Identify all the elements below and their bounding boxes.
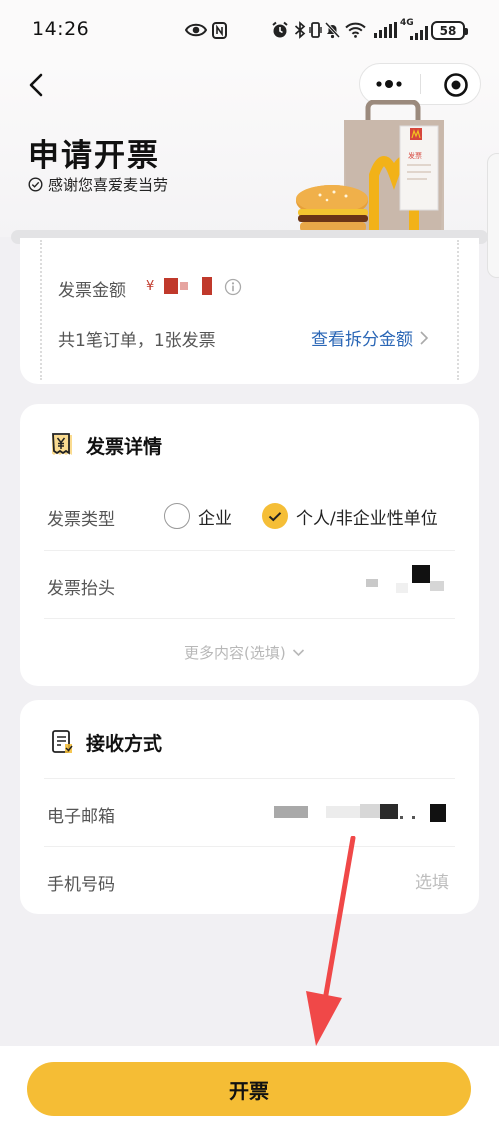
- bag-label: 发票: [408, 151, 422, 160]
- order-summary: 共1笔订单，1张发票: [58, 331, 216, 351]
- battery-level: 58: [439, 23, 457, 38]
- signal-icon: [373, 20, 397, 40]
- email-value-redacted[interactable]: [274, 800, 452, 826]
- issue-invoice-button[interactable]: 开票: [27, 1062, 471, 1116]
- type-option-company[interactable]: 企业: [164, 503, 232, 529]
- mute-icon: [323, 20, 341, 40]
- type-option-personal[interactable]: 个人/非企业性单位: [262, 503, 438, 529]
- receipt-perforation-right: [457, 240, 459, 380]
- invoice-details-title: 发票详情: [86, 436, 163, 458]
- type-option-personal-label: 个人/非企业性单位: [296, 508, 438, 529]
- amount-redacted-3: [202, 277, 213, 295]
- vibrate-icon: [308, 20, 322, 40]
- subtitle-text: 感谢您喜爱麦当劳: [48, 176, 169, 194]
- mcdonalds-bag-illustration: 发票: [294, 99, 454, 235]
- network-type-label: 4G: [400, 18, 414, 28]
- side-drawer-handle[interactable]: [487, 153, 499, 278]
- invoice-header-label: 发票抬头: [47, 579, 115, 599]
- alarm-icon: [271, 20, 289, 40]
- invoice-header-value-redacted[interactable]: [366, 565, 450, 595]
- receive-doc-icon: [50, 729, 74, 755]
- back-icon[interactable]: [24, 70, 50, 100]
- eye-icon: [184, 20, 208, 40]
- amount-label: 发票金额: [58, 281, 126, 301]
- divider: [44, 550, 455, 551]
- phone-input-placeholder[interactable]: 选填: [415, 868, 449, 893]
- email-label: 电子邮箱: [47, 807, 115, 827]
- more-dots-icon[interactable]: [373, 75, 407, 93]
- battery-icon: 58: [431, 21, 468, 40]
- amount-redacted-2: [180, 282, 189, 290]
- bluetooth-icon: [293, 20, 307, 40]
- receipt-perforation-left: [40, 240, 42, 380]
- type-option-company-label: 企业: [198, 508, 232, 529]
- more-content-toggle[interactable]: 更多内容(选填): [184, 642, 305, 663]
- invoice-yen-icon: [50, 432, 74, 458]
- signal-4g-icon: 4G: [400, 18, 430, 40]
- status-time: 14:26: [32, 18, 90, 40]
- page-subtitle: 感谢您喜爱麦当劳: [28, 174, 168, 195]
- phone-label: 手机号码: [47, 875, 115, 895]
- split-amount-label: 查看拆分金额: [311, 330, 413, 350]
- amount-value: ¥: [146, 275, 213, 297]
- amount-card: [20, 238, 479, 384]
- annotation-arrow: [298, 835, 362, 1048]
- nfc-icon: [211, 20, 227, 40]
- divider: [44, 618, 455, 619]
- invoice-type-label: 发票类型: [47, 510, 115, 530]
- check-circle-icon: [28, 177, 43, 192]
- wifi-icon: [344, 20, 366, 40]
- radio-checked-icon[interactable]: [262, 503, 288, 529]
- split-amount-link[interactable]: 查看拆分金额: [311, 325, 429, 350]
- divider: [44, 846, 455, 847]
- info-icon[interactable]: [224, 278, 242, 296]
- chevron-right-icon: [419, 330, 429, 346]
- radio-unchecked-icon[interactable]: [164, 503, 190, 529]
- receive-method-title: 接收方式: [86, 733, 163, 755]
- chevron-down-icon: [292, 648, 305, 657]
- capsule-divider: [420, 74, 421, 94]
- currency-symbol: ¥: [146, 278, 155, 294]
- target-icon[interactable]: [443, 72, 469, 98]
- amount-redacted-1: [164, 278, 179, 294]
- more-content-label: 更多内容(选填): [184, 644, 286, 662]
- divider: [44, 778, 455, 779]
- page-title: 申请开票: [28, 138, 160, 174]
